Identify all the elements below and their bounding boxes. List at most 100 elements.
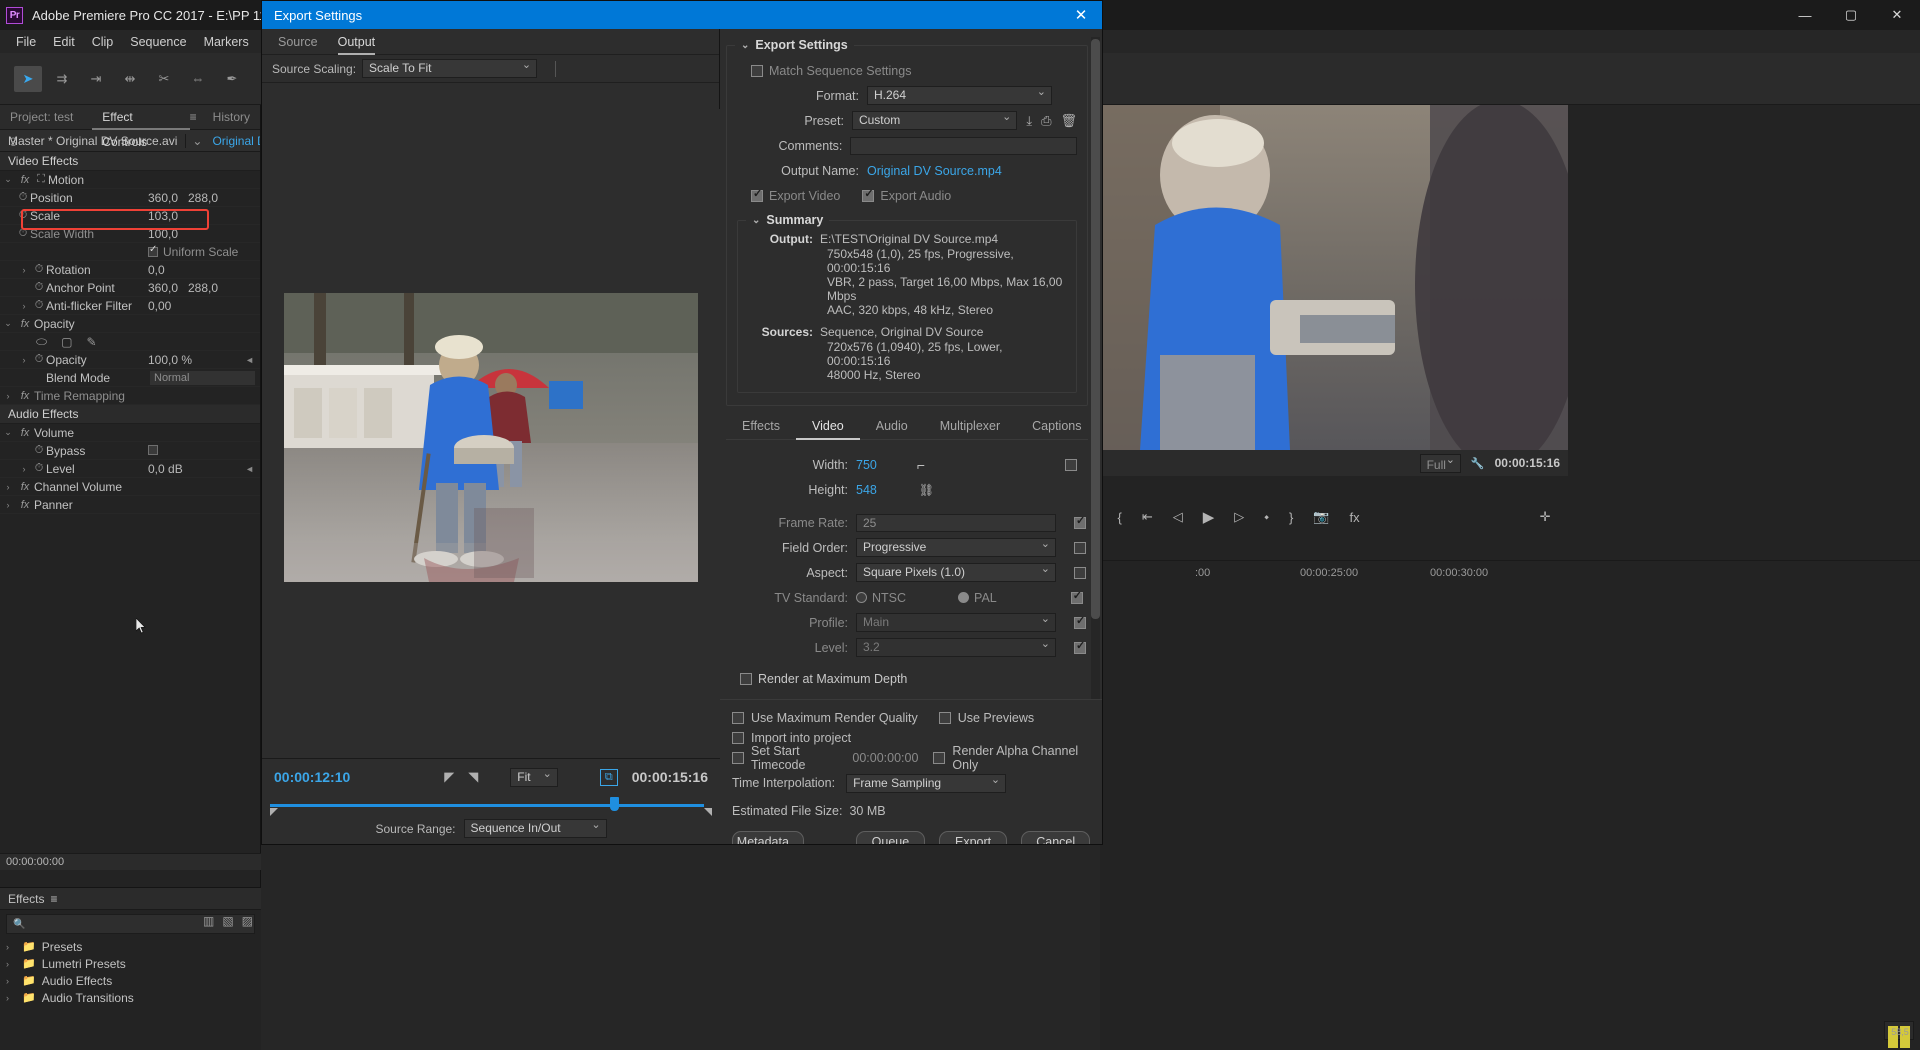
menu-edit[interactable]: Edit: [45, 32, 83, 52]
ellipse-mask-icon[interactable]: ⬭: [36, 334, 47, 350]
property-row-scale[interactable]: ⏱ Scale 103,0: [0, 207, 260, 225]
accelerated-effects-icon[interactable]: ▥: [203, 914, 214, 928]
twirl-icon[interactable]: ⌄: [0, 174, 16, 185]
property-row-bypass[interactable]: ⏱ Bypass: [0, 442, 260, 460]
twirl-icon[interactable]: ⌄: [741, 40, 749, 51]
effect-row-opacity[interactable]: ⌄ fx Opacity: [0, 315, 260, 333]
set-out-point-icon[interactable]: ◥: [468, 769, 478, 785]
property-row-level[interactable]: › ⏱ Level 0,0 dB ◄: [0, 460, 260, 478]
twirl-icon[interactable]: ⌄: [0, 427, 16, 438]
property-row-rotation[interactable]: › ⏱ Rotation 0,0: [0, 261, 260, 279]
program-timecode[interactable]: 00:00:15:16: [1495, 456, 1560, 470]
twirl-icon[interactable]: ›: [16, 265, 32, 275]
export-button[interactable]: Export: [939, 831, 1008, 844]
stopwatch-icon[interactable]: ⏱: [32, 353, 46, 366]
step-back-icon[interactable]: ◁: [1173, 509, 1183, 525]
menu-file[interactable]: File: [8, 32, 44, 52]
twirl-icon[interactable]: ›: [16, 464, 32, 474]
property-value-x[interactable]: 360,0: [148, 281, 178, 295]
start-timecode-value[interactable]: 00:00:00:00: [852, 751, 918, 765]
mark-out-icon[interactable]: }: [1289, 510, 1293, 525]
property-row-scale-width[interactable]: ⏱ Scale Width 100,0: [0, 225, 260, 243]
render-alpha-checkbox[interactable]: [933, 752, 945, 764]
property-row-blend-mode[interactable]: Blend Mode Normal: [0, 369, 260, 387]
twirl-icon[interactable]: ›: [16, 355, 32, 365]
time-interpolation-select[interactable]: Frame Sampling: [846, 774, 1006, 793]
height-value[interactable]: 548: [856, 483, 877, 497]
twirl-icon[interactable]: ›: [0, 500, 16, 510]
dialog-close-button[interactable]: ✕: [1060, 1, 1102, 29]
stopwatch-icon[interactable]: ⏱: [32, 462, 46, 475]
match-sequence-checkbox[interactable]: [751, 65, 763, 77]
effect-row-channel-volume[interactable]: › fx Channel Volume: [0, 478, 260, 496]
property-value[interactable]: 0,0: [148, 263, 165, 277]
stopwatch-icon[interactable]: ⏱: [16, 209, 30, 222]
tv-standard-checkbox[interactable]: [1071, 592, 1083, 604]
keyframe-prev-icon[interactable]: ◄: [245, 464, 254, 474]
output-preview-image[interactable]: [284, 293, 698, 582]
selection-tool-icon[interactable]: ➤: [14, 66, 42, 92]
rectangle-mask-icon[interactable]: ▢: [61, 335, 72, 349]
mark-in-icon[interactable]: {: [1117, 510, 1121, 525]
effects-item-audio-transitions[interactable]: › 📁 Audio Transitions: [0, 989, 261, 1006]
set-start-timecode-checkbox[interactable]: [732, 752, 744, 764]
effect-row-panner[interactable]: › fx Panner: [0, 496, 260, 514]
property-row-anti-flicker[interactable]: › ⏱ Anti-flicker Filter 0,00: [0, 297, 260, 315]
output-name-link[interactable]: Original DV Source.mp4: [867, 164, 1002, 178]
property-value[interactable]: 100,0 %: [148, 353, 192, 367]
set-in-point-icon[interactable]: ◤: [444, 769, 454, 785]
playhead-icon[interactable]: [610, 797, 619, 811]
comments-input[interactable]: [850, 137, 1077, 155]
save-preset-icon[interactable]: ⤓: [1026, 113, 1032, 129]
menu-clip[interactable]: Clip: [84, 32, 122, 52]
tab-multiplexer[interactable]: Multiplexer: [924, 414, 1016, 440]
metadata-button[interactable]: Metadata...: [732, 831, 804, 844]
twirl-icon[interactable]: ›: [6, 976, 16, 986]
track-select-tool-icon[interactable]: ⇉: [48, 66, 76, 92]
twirl-icon[interactable]: ›: [6, 993, 16, 1003]
profile-select[interactable]: Main: [856, 613, 1056, 632]
tab-video[interactable]: Video: [796, 414, 860, 440]
go-to-in-icon[interactable]: ⇤: [1142, 509, 1153, 525]
property-value-y[interactable]: 288,0: [188, 281, 218, 295]
rolling-edit-tool-icon[interactable]: ⇹: [116, 66, 144, 92]
level-select[interactable]: 3.2: [856, 638, 1056, 657]
profile-checkbox[interactable]: [1074, 617, 1086, 629]
source-scaling-select[interactable]: Scale To Fit: [362, 59, 537, 78]
import-into-project-checkbox[interactable]: [732, 732, 744, 744]
maximize-button[interactable]: ▢: [1828, 0, 1874, 30]
effect-row-volume[interactable]: ⌄ fx Volume: [0, 424, 260, 442]
tab-captions[interactable]: Captions: [1016, 414, 1088, 440]
ycbcr-icon[interactable]: ▨: [242, 914, 253, 928]
bypass-checkbox[interactable]: [148, 445, 158, 455]
blend-mode-value[interactable]: Normal: [150, 371, 255, 385]
cancel-button[interactable]: Cancel: [1021, 831, 1090, 844]
export-audio-checkbox[interactable]: [862, 190, 874, 202]
stopwatch-icon[interactable]: ⏱: [16, 191, 30, 204]
minimize-button[interactable]: —: [1782, 0, 1828, 30]
queue-button[interactable]: Queue: [856, 831, 925, 844]
crop-icon[interactable]: ⧉: [600, 769, 618, 786]
chain-broken-icon[interactable]: ⌐: [917, 457, 925, 473]
twirl-icon[interactable]: ⌄: [0, 318, 16, 329]
stopwatch-icon[interactable]: ⏱: [16, 227, 30, 240]
tab-project[interactable]: Project: test 3: [0, 105, 92, 130]
field-order-select[interactable]: Progressive: [856, 538, 1056, 557]
tab-history[interactable]: History: [203, 105, 260, 130]
preview-zoom-select[interactable]: Fit: [510, 768, 558, 787]
stopwatch-icon[interactable]: ⏱: [32, 444, 46, 457]
program-zoom-select[interactable]: Full: [1420, 454, 1461, 473]
render-max-depth-checkbox[interactable]: [740, 673, 752, 685]
tab-output[interactable]: Output: [338, 29, 376, 55]
keyframe-prev-icon[interactable]: ◄: [245, 355, 254, 365]
stopwatch-icon[interactable]: ⏱: [32, 281, 46, 294]
link-broken-icon[interactable]: ⛓: [919, 483, 934, 497]
add-track-icon[interactable]: ✛: [1540, 509, 1551, 525]
property-value[interactable]: 0,0 dB: [148, 462, 183, 476]
use-previews-checkbox[interactable]: [939, 712, 951, 724]
width-value[interactable]: 750: [856, 458, 877, 472]
twirl-icon[interactable]: ›: [6, 959, 16, 969]
tab-audio[interactable]: Audio: [860, 414, 924, 440]
property-value-y[interactable]: 288,0: [188, 191, 218, 205]
razor-tool-icon[interactable]: ✂: [150, 66, 178, 92]
